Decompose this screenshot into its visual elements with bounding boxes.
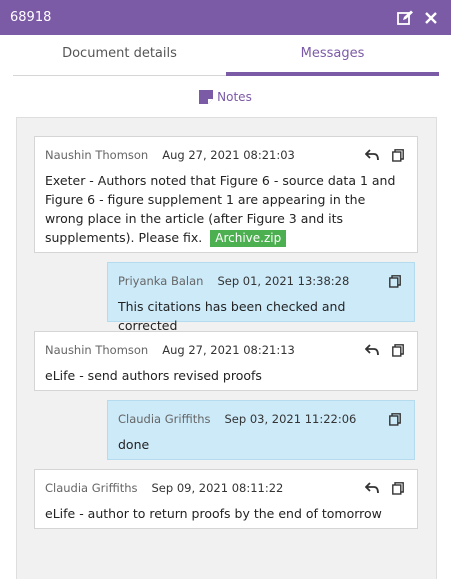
- message-date: Sep 01, 2021 13:38:28: [217, 274, 350, 288]
- message-body: eLife - author to return proofs by the e…: [45, 506, 382, 521]
- edit-icon[interactable]: [395, 8, 415, 28]
- message-date: Sep 03, 2021 11:22:06: [224, 412, 357, 426]
- copy-icon[interactable]: [389, 479, 407, 497]
- message-header: Naushin Thomson Aug 27, 2021 08:21:03: [45, 145, 407, 165]
- message-body: eLife - send authors revised proofs: [45, 368, 262, 383]
- message-header: Claudia Griffiths Sep 03, 2021 11:22:06: [118, 409, 404, 429]
- message-author: Naushin Thomson: [45, 148, 149, 162]
- close-icon[interactable]: [421, 8, 441, 28]
- copy-icon[interactable]: [386, 272, 404, 290]
- message-card: Naushin Thomson Aug 27, 2021 08:21:03 Ex…: [34, 136, 418, 253]
- message-header: Priyanka Balan Sep 01, 2021 13:38:28: [118, 271, 404, 291]
- message-card-reply: Claudia Griffiths Sep 03, 2021 11:22:06 …: [107, 400, 415, 460]
- copy-icon[interactable]: [389, 146, 407, 164]
- tab-bar: Document details Messages: [13, 35, 439, 76]
- notes-label: Notes: [217, 90, 252, 104]
- message-body: done: [118, 437, 150, 452]
- message-card: Naushin Thomson Aug 27, 2021 08:21:13 eL…: [34, 331, 418, 391]
- message-header: Claudia Griffiths Sep 09, 2021 08:11:22: [45, 478, 407, 498]
- message-date: Aug 27, 2021 08:21:03: [162, 148, 295, 162]
- notes-link[interactable]: Notes: [0, 90, 451, 104]
- attachment-link[interactable]: Archive.zip: [210, 230, 287, 247]
- message-author: Claudia Griffiths: [45, 481, 138, 495]
- message-body: Exeter - Authors noted that Figure 6 - s…: [45, 171, 407, 247]
- message-header: Naushin Thomson Aug 27, 2021 08:21:13: [45, 340, 407, 360]
- reply-icon[interactable]: [363, 479, 381, 497]
- message-author: Naushin Thomson: [45, 343, 149, 357]
- message-author: Priyanka Balan: [118, 274, 204, 288]
- message-date: Aug 27, 2021 08:21:13: [162, 343, 295, 357]
- tab-document-details[interactable]: Document details: [13, 35, 226, 75]
- window-title: 68918: [10, 10, 52, 25]
- copy-icon[interactable]: [389, 341, 407, 359]
- tab-messages[interactable]: Messages: [226, 35, 439, 76]
- copy-icon[interactable]: [386, 410, 404, 428]
- message-author: Claudia Griffiths: [118, 412, 211, 426]
- message-body: This citations has been checked and corr…: [118, 299, 346, 333]
- message-date: Sep 09, 2021 08:11:22: [151, 481, 284, 495]
- message-card-reply: Priyanka Balan Sep 01, 2021 13:38:28 Thi…: [107, 262, 415, 333]
- note-icon: [199, 90, 214, 104]
- message-card: Claudia Griffiths Sep 09, 2021 08:11:22 …: [34, 469, 418, 529]
- title-bar: 68918: [0, 0, 451, 35]
- reply-icon[interactable]: [363, 146, 381, 164]
- reply-icon[interactable]: [363, 341, 381, 359]
